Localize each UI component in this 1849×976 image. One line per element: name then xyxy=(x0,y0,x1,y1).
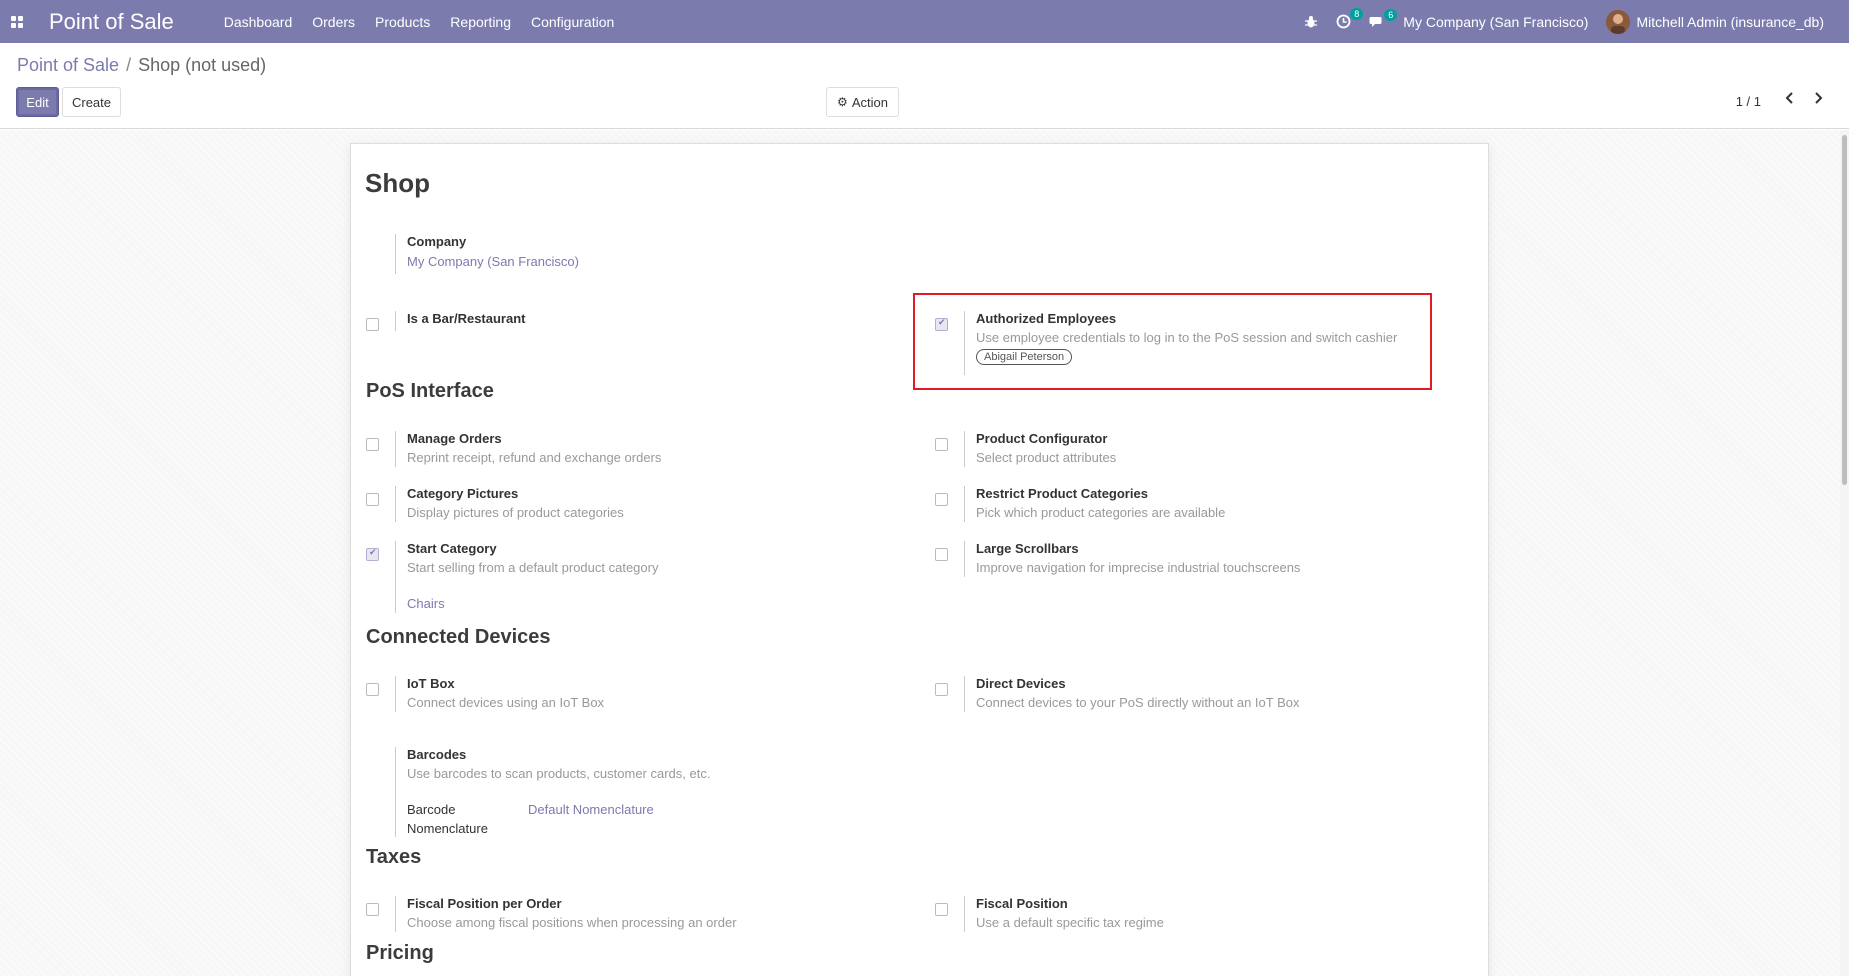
barcode-nomenclature-link[interactable]: Default Nomenclature xyxy=(528,802,654,817)
barcodes-desc: Use barcodes to scan products, customer … xyxy=(407,766,711,781)
setting-fiscal-position-order: Fiscal Position per Order Choose among f… xyxy=(366,896,866,932)
setting-restrict-categories: Restrict Product Categories Pick which p… xyxy=(935,486,1415,522)
start-category-label: Start Category xyxy=(407,541,497,556)
setting-product-configurator: Product Configurator Select product attr… xyxy=(935,431,1415,467)
setting-barcodes: Barcodes Use barcodes to scan products, … xyxy=(366,747,866,837)
section-pos-interface: PoS Interface xyxy=(366,380,494,402)
barcodes-label: Barcodes xyxy=(407,747,467,762)
highlight-box xyxy=(913,293,1432,390)
restrict-categories-desc: Pick which product categories are availa… xyxy=(976,505,1226,520)
start-category-desc: Start selling from a default product cat… xyxy=(407,560,659,575)
activity-clock-icon[interactable]: 8 xyxy=(1327,8,1364,29)
section-taxes: Taxes xyxy=(366,846,422,868)
start-category-value-link[interactable]: Chairs xyxy=(407,596,445,611)
fiscal-position-label: Fiscal Position xyxy=(976,896,1068,911)
app-menu-icon[interactable] xyxy=(0,0,34,43)
action-button[interactable]: ⚙ Action xyxy=(826,87,899,117)
iot-box-checkbox[interactable] xyxy=(366,683,379,696)
messages-chat-icon[interactable]: 6 xyxy=(1360,8,1398,29)
menu-products[interactable]: Products xyxy=(365,14,440,30)
menu-orders[interactable]: Orders xyxy=(302,14,365,30)
setting-bar-restaurant: Is a Bar/Restaurant xyxy=(366,311,866,331)
user-menu[interactable]: Mitchell Admin (insurance_db) xyxy=(1597,9,1833,34)
fiscal-position-order-desc: Choose among fiscal positions when proce… xyxy=(407,915,737,930)
start-category-checkbox[interactable] xyxy=(366,547,379,561)
breadcrumb-parent[interactable]: Point of Sale xyxy=(17,55,119,76)
barcode-nomenclature-label-2: Nomenclature xyxy=(407,821,488,836)
app-brand[interactable]: Point of Sale xyxy=(49,9,174,35)
large-scrollbars-checkbox[interactable] xyxy=(935,548,948,561)
create-button[interactable]: Create xyxy=(62,87,121,117)
setting-iot-box: IoT Box Connect devices using an IoT Box xyxy=(366,676,866,712)
restrict-categories-label: Restrict Product Categories xyxy=(976,486,1148,501)
avatar xyxy=(1606,9,1631,34)
fiscal-position-desc: Use a default specific tax regime xyxy=(976,915,1164,930)
restrict-categories-checkbox[interactable] xyxy=(935,493,948,506)
product-configurator-label: Product Configurator xyxy=(976,431,1108,446)
category-pictures-label: Category Pictures xyxy=(407,486,519,501)
menu-dashboard[interactable]: Dashboard xyxy=(214,14,303,30)
direct-devices-desc: Connect devices to your PoS directly wit… xyxy=(976,695,1300,710)
bar-restaurant-label: Is a Bar/Restaurant xyxy=(407,311,526,326)
manage-orders-label: Manage Orders xyxy=(407,431,502,446)
scrollbar-thumb[interactable] xyxy=(1842,135,1847,485)
large-scrollbars-label: Large Scrollbars xyxy=(976,541,1079,556)
action-button-label: Action xyxy=(851,94,888,110)
bar-restaurant-checkbox[interactable] xyxy=(366,318,379,331)
direct-devices-label: Direct Devices xyxy=(976,676,1066,691)
breadcrumb-current: Shop (not used) xyxy=(138,55,267,75)
direct-devices-checkbox[interactable] xyxy=(935,683,948,696)
company-value-link[interactable]: My Company (San Francisco) xyxy=(407,254,579,269)
iot-box-desc: Connect devices using an IoT Box xyxy=(407,695,605,710)
setting-company: Company My Company (San Francisco) xyxy=(366,234,966,274)
product-configurator-checkbox[interactable] xyxy=(935,438,948,451)
debug-bug-icon[interactable] xyxy=(1295,15,1327,29)
pager-next-icon[interactable] xyxy=(1808,88,1828,108)
section-pricing: Pricing xyxy=(366,942,434,964)
main-menu: Dashboard Orders Products Reporting Conf… xyxy=(214,14,625,30)
setting-start-category: Start Category Start selling from a defa… xyxy=(366,541,866,613)
category-pictures-desc: Display pictures of product categories xyxy=(407,505,624,520)
setting-direct-devices: Direct Devices Connect devices to your P… xyxy=(935,676,1415,712)
menu-configuration[interactable]: Configuration xyxy=(521,14,624,30)
breadcrumb: Point of Sale / Shop (not used) xyxy=(17,55,266,76)
setting-category-pictures: Category Pictures Display pictures of pr… xyxy=(366,486,866,522)
setting-fiscal-position: Fiscal Position Use a default specific t… xyxy=(935,896,1415,932)
large-scrollbars-desc: Improve navigation for imprecise industr… xyxy=(976,560,1301,575)
setting-large-scrollbars: Large Scrollbars Improve navigation for … xyxy=(935,541,1415,577)
gear-icon: ⚙ xyxy=(837,95,848,109)
edit-button[interactable]: Edit xyxy=(16,87,59,117)
company-switcher[interactable]: My Company (San Francisco) xyxy=(1394,14,1597,30)
section-connected-devices: Connected Devices xyxy=(366,626,551,648)
form-title: Shop xyxy=(365,168,430,198)
user-name: Mitchell Admin (insurance_db) xyxy=(1636,13,1824,30)
fiscal-position-checkbox[interactable] xyxy=(935,903,948,916)
setting-manage-orders: Manage Orders Reprint receipt, refund an… xyxy=(366,431,866,467)
fiscal-position-order-label: Fiscal Position per Order xyxy=(407,896,562,911)
pager-value[interactable]: 1 / 1 xyxy=(1736,94,1761,109)
company-label: Company xyxy=(407,234,467,249)
pager-previous-icon[interactable] xyxy=(1780,88,1800,108)
menu-reporting[interactable]: Reporting xyxy=(440,14,521,30)
fiscal-position-order-checkbox[interactable] xyxy=(366,903,379,916)
manage-orders-desc: Reprint receipt, refund and exchange ord… xyxy=(407,450,662,465)
product-configurator-desc: Select product attributes xyxy=(976,450,1117,465)
manage-orders-checkbox[interactable] xyxy=(366,438,379,451)
category-pictures-checkbox[interactable] xyxy=(366,493,379,506)
iot-box-label: IoT Box xyxy=(407,676,455,691)
control-panel: Point of Sale / Shop (not used) Edit Cre… xyxy=(0,43,1849,129)
breadcrumb-separator: / xyxy=(126,55,132,75)
barcode-nomenclature-label-1: Barcode xyxy=(407,802,456,817)
top-navbar: Point of Sale Dashboard Orders Products … xyxy=(0,0,1849,43)
